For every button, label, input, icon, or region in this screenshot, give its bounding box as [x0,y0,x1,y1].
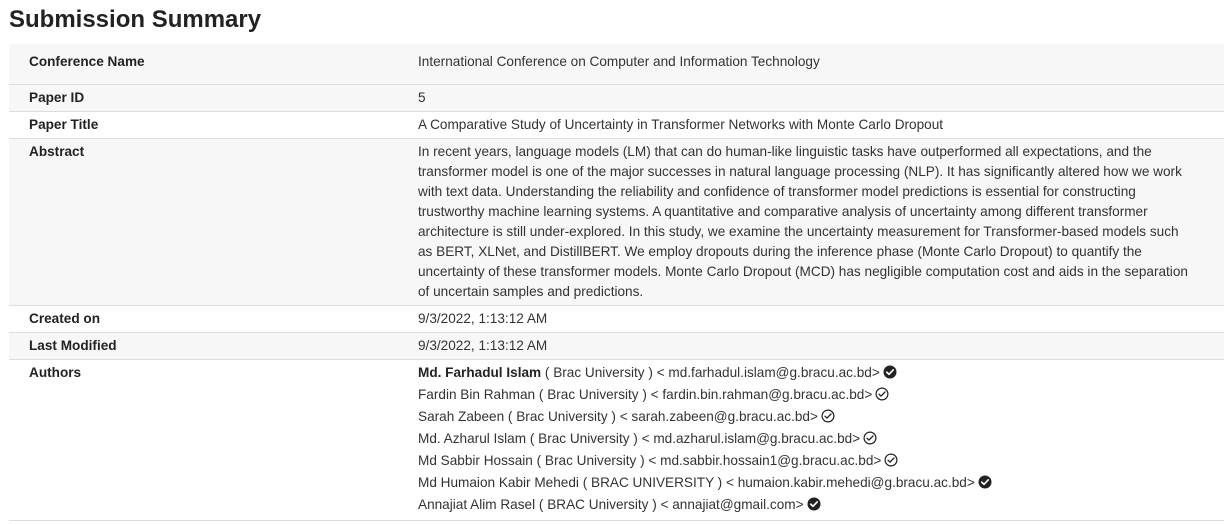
created-on-label: Created on [9,305,399,333]
author-name: Fardin Bin Rahman [418,387,536,402]
table-row-created-on: Created on 9/3/2022, 1:13:12 AM [9,305,1224,333]
table-row-paper-title: Paper Title A Comparative Study of Uncer… [9,111,1224,139]
check-circle-outline-icon [821,409,835,429]
author-entry: Fardin Bin Rahman ( Brac University ) < … [418,385,1194,407]
page-title: Submission Summary [9,6,262,33]
paper-title-value: A Comparative Study of Uncertainty in Tr… [399,111,1224,139]
paper-title-label: Paper Title [9,111,399,139]
conference-name-value: International Conference on Computer and… [399,44,1224,85]
author-affiliation-email: ( Brac University ) < md.azharul.islam@g… [526,431,861,446]
author-name: Md. Azharul Islam [418,431,527,446]
last-modified-value: 9/3/2022, 1:13:12 AM [399,332,1224,360]
abstract-label: Abstract [9,138,399,306]
authors-label: Authors [9,359,399,521]
author-entry: Md. Azharul Islam ( Brac University ) < … [418,429,1194,451]
check-circle-filled-icon [807,497,821,517]
submission-summary-table: Conference Name International Conference… [9,44,1224,521]
author-name: Annajiat Alim Rasel [418,497,536,512]
author-entry: Annajiat Alim Rasel ( BRAC University ) … [418,495,1194,517]
check-circle-filled-icon [883,365,897,385]
table-row-abstract: Abstract In recent years, language model… [9,138,1224,306]
author-affiliation-email: ( Brac University ) < fardin.bin.rahman@… [535,387,873,402]
author-name: Sarah Zabeen [418,409,505,424]
check-circle-filled-icon [978,475,992,495]
author-affiliation-email: ( BRAC University ) < annajiat@gmail.com… [535,497,804,512]
author-entry: Md Sabbir Hossain ( Brac University ) < … [418,451,1194,473]
author-affiliation-email: ( Brac University ) < md.farhadul.islam@… [541,365,880,380]
author-name: Md. Farhadul Islam [418,365,542,380]
author-affiliation-email: ( Brac University ) < sarah.zabeen@g.bra… [504,409,818,424]
check-circle-outline-icon [884,453,898,473]
author-affiliation-email: ( Brac University ) < md.sabbir.hossain1… [532,453,882,468]
abstract-value: In recent years, language models (LM) th… [399,138,1224,306]
author-entry: Md Humaion Kabir Mehedi ( BRAC UNIVERSIT… [418,473,1194,495]
conference-name-label: Conference Name [9,44,399,85]
last-modified-label: Last Modified [9,332,399,360]
authors-list: Md. Farhadul Islam ( Brac University ) <… [399,359,1224,521]
check-circle-outline-icon [875,387,889,407]
author-entry: Sarah Zabeen ( Brac University ) < sarah… [418,407,1194,429]
author-name: Md Humaion Kabir Mehedi [418,475,579,490]
paper-id-value: 5 [399,84,1224,112]
author-name: Md Sabbir Hossain [418,453,533,468]
table-row-last-modified: Last Modified 9/3/2022, 1:13:12 AM [9,332,1224,360]
created-on-value: 9/3/2022, 1:13:12 AM [399,305,1224,333]
table-row-conference: Conference Name International Conference… [9,44,1224,85]
table-row-paper-id: Paper ID 5 [9,84,1224,112]
author-affiliation-email: ( BRAC UNIVERSITY ) < humaion.kabir.mehe… [578,475,975,490]
table-row-authors: Authors Md. Farhadul Islam ( Brac Univer… [9,359,1224,521]
paper-id-label: Paper ID [9,84,399,112]
check-circle-outline-icon [863,431,877,451]
author-entry: Md. Farhadul Islam ( Brac University ) <… [418,363,1194,385]
